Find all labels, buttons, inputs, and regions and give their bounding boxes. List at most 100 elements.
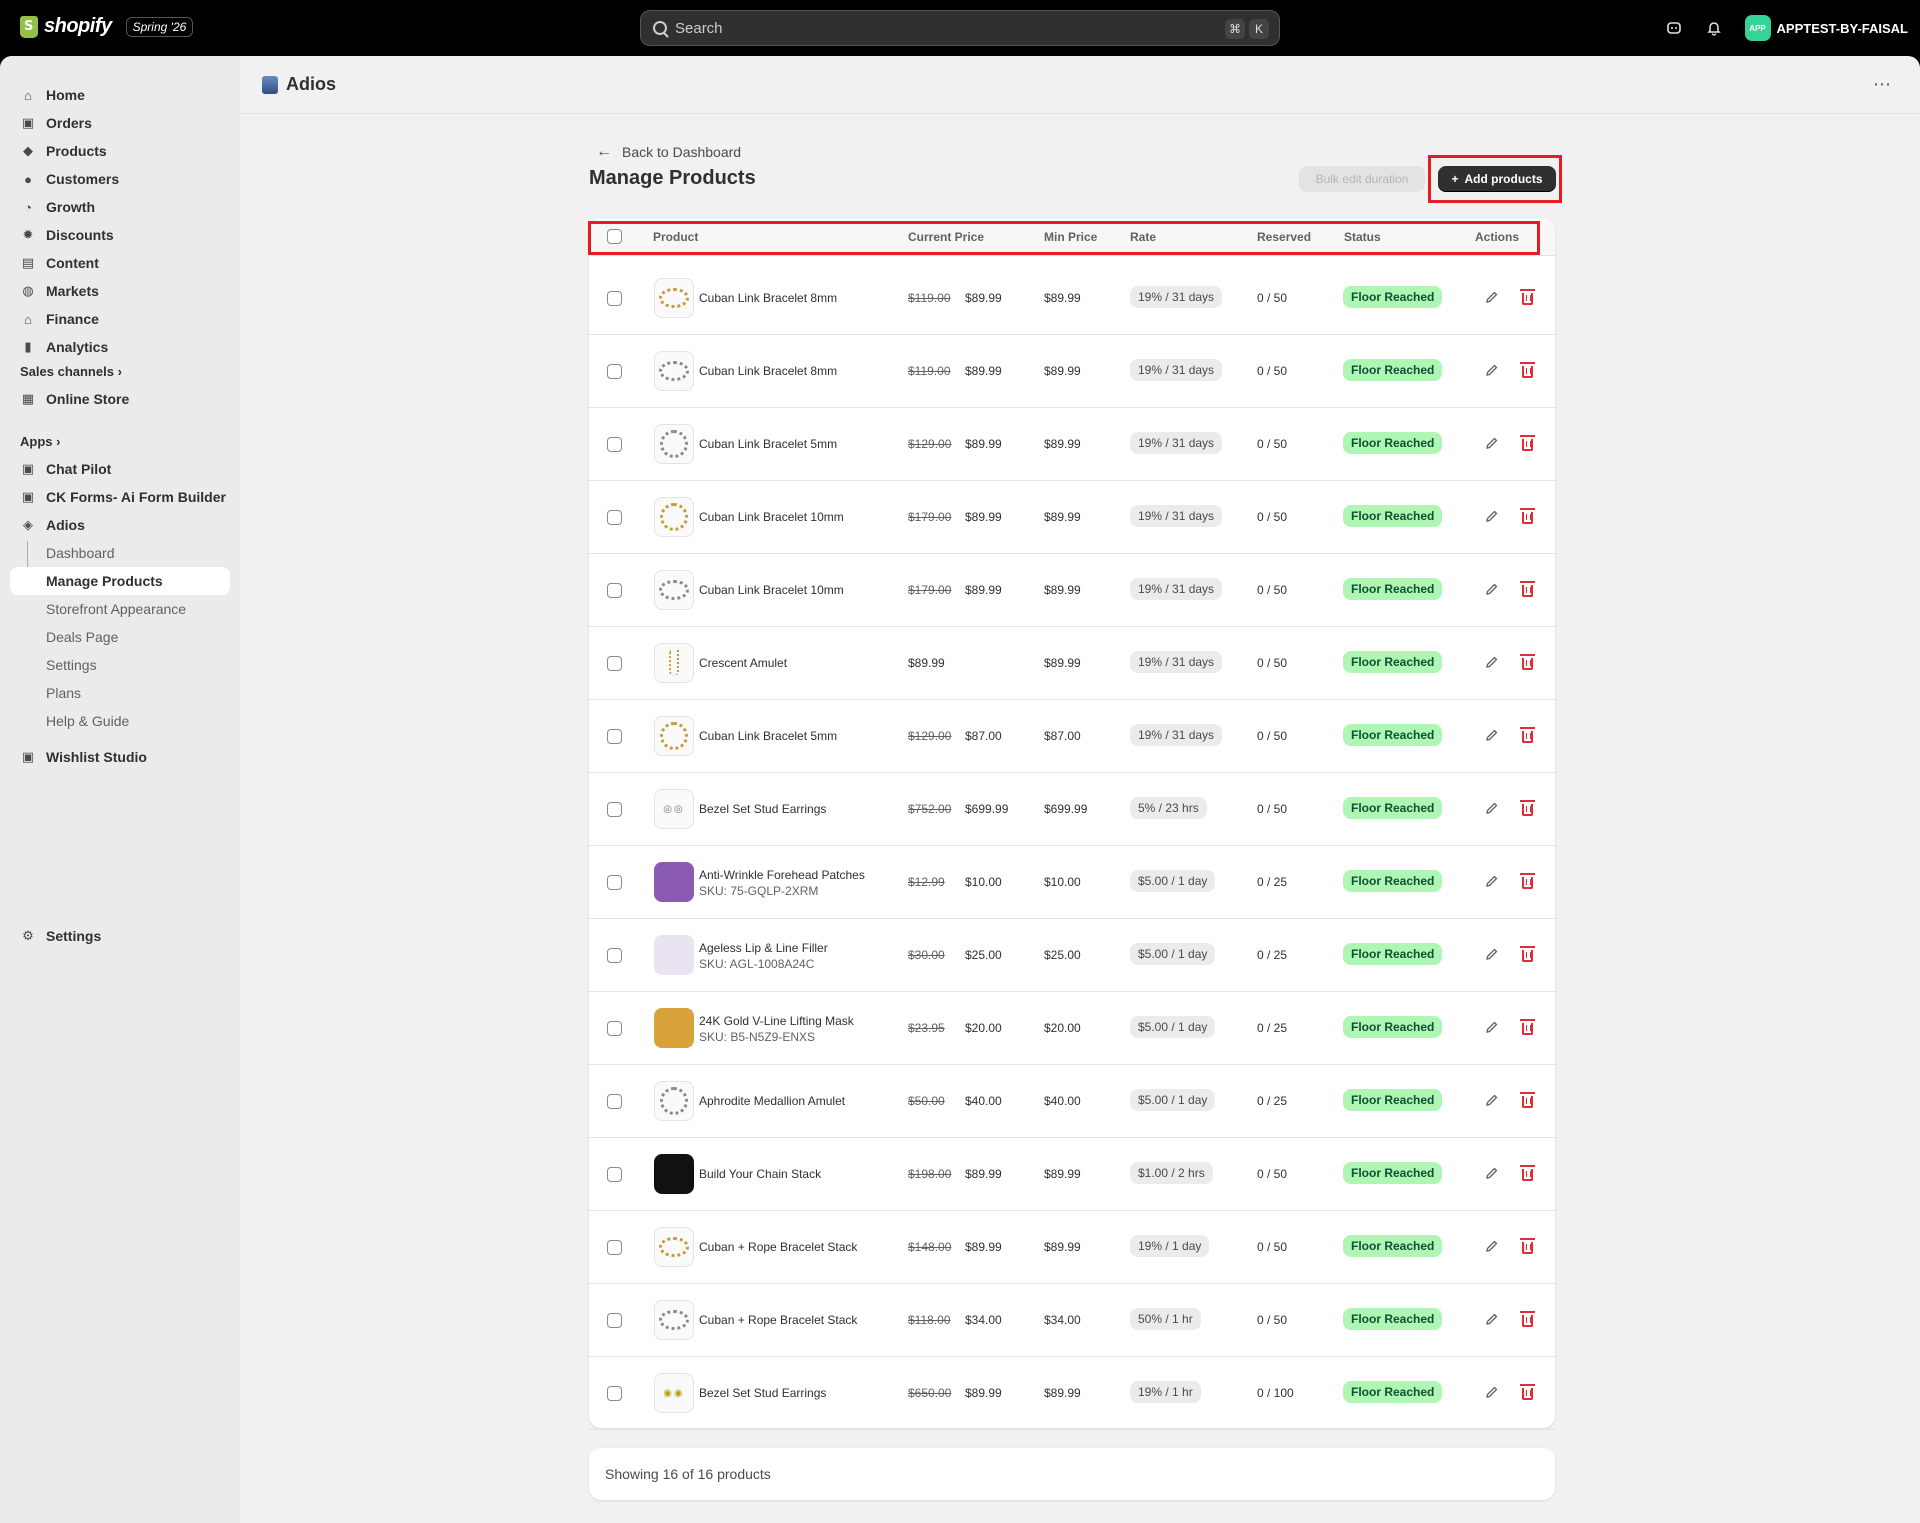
- edit-icon[interactable]: [1482, 1382, 1502, 1402]
- product-name[interactable]: Cuban Link Bracelet 5mm: [699, 729, 837, 743]
- row-checkbox[interactable]: [607, 1240, 622, 1255]
- product-name[interactable]: Cuban + Rope Bracelet Stack: [699, 1240, 857, 1254]
- sidebar-item-storefront-appearance[interactable]: Storefront Appearance: [10, 595, 230, 623]
- edit-icon[interactable]: [1482, 798, 1502, 818]
- edit-icon[interactable]: [1482, 725, 1502, 745]
- product-name[interactable]: Cuban + Rope Bracelet Stack: [699, 1313, 857, 1327]
- edit-icon[interactable]: [1482, 944, 1502, 964]
- row-checkbox[interactable]: [607, 729, 622, 744]
- edit-icon[interactable]: [1482, 1017, 1502, 1037]
- bulk-edit-duration-button[interactable]: Bulk edit duration: [1299, 166, 1425, 192]
- delete-icon[interactable]: [1517, 360, 1537, 380]
- row-checkbox[interactable]: [607, 1094, 622, 1109]
- sidebar-item-dashboard[interactable]: Dashboard: [10, 539, 230, 567]
- sidebar-item-adios[interactable]: ◈ Adios: [10, 511, 230, 539]
- delete-icon[interactable]: [1517, 1017, 1537, 1037]
- delete-icon[interactable]: [1517, 1163, 1537, 1183]
- sidebar-item-online-store[interactable]: ▦ Online Store: [10, 385, 230, 413]
- sidebar-item-help-guide[interactable]: Help & Guide: [10, 707, 230, 735]
- edit-icon[interactable]: [1482, 360, 1502, 380]
- sidebar-item-discounts[interactable]: ✹ Discounts: [10, 221, 230, 249]
- delete-icon[interactable]: [1517, 287, 1537, 307]
- edit-icon[interactable]: [1482, 1163, 1502, 1183]
- delete-icon[interactable]: [1517, 433, 1537, 453]
- delete-icon[interactable]: [1517, 506, 1537, 526]
- product-name[interactable]: Cuban Link Bracelet 8mm: [699, 291, 837, 305]
- edit-icon[interactable]: [1482, 652, 1502, 672]
- sidebar-item-analytics[interactable]: ▮ Analytics: [10, 333, 230, 361]
- product-name[interactable]: Crescent Amulet: [699, 656, 787, 670]
- product-name[interactable]: Build Your Chain Stack: [699, 1167, 821, 1181]
- sidebar-item-chat-pilot[interactable]: ▣ Chat Pilot: [10, 455, 230, 483]
- edit-icon[interactable]: [1482, 433, 1502, 453]
- delete-icon[interactable]: [1517, 944, 1537, 964]
- shopify-logo[interactable]: shopify Spring '26: [20, 15, 194, 38]
- row-checkbox[interactable]: [607, 1313, 622, 1328]
- sidebar-item-content[interactable]: ▤ Content: [10, 249, 230, 277]
- row-checkbox[interactable]: [607, 656, 622, 671]
- row-checkbox[interactable]: [607, 583, 622, 598]
- product-name[interactable]: Cuban Link Bracelet 10mm: [699, 510, 844, 524]
- edit-icon[interactable]: [1482, 506, 1502, 526]
- store-menu[interactable]: APP APPTEST-BY-FAISAL: [1744, 15, 1908, 41]
- sidebar-item-home[interactable]: ⌂ Home: [10, 81, 230, 109]
- row-checkbox[interactable]: [607, 1386, 622, 1401]
- sidebar-item-orders[interactable]: ▣ Orders: [10, 109, 230, 137]
- delete-icon[interactable]: [1517, 579, 1537, 599]
- product-name[interactable]: Cuban Link Bracelet 10mm: [699, 583, 844, 597]
- edit-icon[interactable]: [1482, 1236, 1502, 1256]
- delete-icon[interactable]: [1517, 1090, 1537, 1110]
- delete-icon[interactable]: [1517, 652, 1537, 672]
- sidebar-item-settings[interactable]: ⚙ Settings: [10, 922, 230, 950]
- product-name[interactable]: Bezel Set Stud Earrings: [699, 1386, 826, 1400]
- edit-icon[interactable]: [1482, 1309, 1502, 1329]
- row-checkbox[interactable]: [607, 510, 622, 525]
- sidebar-item-deals-page[interactable]: Deals Page: [10, 623, 230, 651]
- product-name[interactable]: Cuban Link Bracelet 8mm: [699, 364, 837, 378]
- row-checkbox[interactable]: [607, 1021, 622, 1036]
- edit-icon[interactable]: [1482, 287, 1502, 307]
- sales-channels-header[interactable]: Sales channels ›: [20, 364, 122, 379]
- search-input[interactable]: Search ⌘ K: [640, 10, 1280, 46]
- sidekick-icon[interactable]: [1665, 19, 1683, 37]
- add-products-button[interactable]: + Add products: [1438, 166, 1556, 192]
- delete-icon[interactable]: [1517, 725, 1537, 745]
- sidebar-item-finance[interactable]: ⌂ Finance: [10, 305, 230, 333]
- row-checkbox[interactable]: [607, 437, 622, 452]
- product-name[interactable]: Anti-Wrinkle Forehead Patches: [699, 868, 865, 882]
- delete-icon[interactable]: [1517, 1236, 1537, 1256]
- sidebar-item-customers[interactable]: ● Customers: [10, 165, 230, 193]
- sidebar-item-wishlist-studio[interactable]: ▣ Wishlist Studio: [10, 743, 230, 771]
- back-to-dashboard-link[interactable]: ← Back to Dashboard: [596, 143, 741, 161]
- row-checkbox[interactable]: [607, 948, 622, 963]
- sidebar-item-ck-forms[interactable]: ▣ CK Forms- Ai Form Builder: [10, 483, 230, 511]
- delete-icon[interactable]: [1517, 871, 1537, 891]
- product-name[interactable]: 24K Gold V-Line Lifting Mask: [699, 1014, 854, 1028]
- app-title-text: Adios: [286, 74, 337, 94]
- delete-icon[interactable]: [1517, 1382, 1537, 1402]
- sidebar-item-plans[interactable]: Plans: [10, 679, 230, 707]
- row-checkbox[interactable]: [607, 875, 622, 890]
- bell-icon[interactable]: [1705, 19, 1723, 37]
- delete-icon[interactable]: [1517, 1309, 1537, 1329]
- edit-icon[interactable]: [1482, 871, 1502, 891]
- product-name[interactable]: Bezel Set Stud Earrings: [699, 802, 826, 816]
- product-name[interactable]: Aphrodite Medallion Amulet: [699, 1094, 845, 1108]
- apps-header[interactable]: Apps ›: [20, 434, 60, 449]
- row-checkbox[interactable]: [607, 291, 622, 306]
- sidebar-item-growth[interactable]: ◔ Growth: [10, 193, 230, 221]
- sidebar-item-markets[interactable]: ◍ Markets: [10, 277, 230, 305]
- sidebar-item-app-settings[interactable]: Settings: [10, 651, 230, 679]
- edit-icon[interactable]: [1482, 1090, 1502, 1110]
- row-checkbox[interactable]: [607, 1167, 622, 1182]
- sidebar-item-manage-products[interactable]: Manage Products: [10, 567, 230, 595]
- product-name[interactable]: Cuban Link Bracelet 5mm: [699, 437, 837, 451]
- edit-icon[interactable]: [1482, 579, 1502, 599]
- delete-icon[interactable]: [1517, 798, 1537, 818]
- row-checkbox[interactable]: [607, 802, 622, 817]
- product-name[interactable]: Ageless Lip & Line Filler: [699, 941, 828, 955]
- row-checkbox[interactable]: [607, 364, 622, 379]
- product-thumbnail: ◎◎: [654, 789, 694, 829]
- more-actions-icon[interactable]: ⋯: [1873, 74, 1892, 95]
- sidebar-item-products[interactable]: ◆ Products: [10, 137, 230, 165]
